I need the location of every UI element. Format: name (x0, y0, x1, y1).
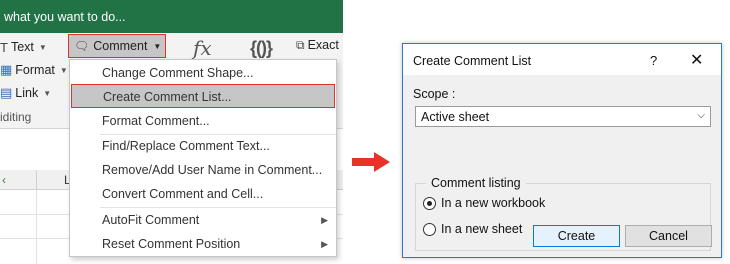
menu-item-change-comment-shape[interactable]: Change Comment Shape... (70, 61, 336, 85)
exact-button-label: Exact (307, 38, 339, 52)
function-icon[interactable]: fx (193, 36, 212, 60)
menu-item-convert-comment-and-cell[interactable]: Convert Comment and Cell... (70, 182, 336, 206)
radio-new-workbook-label: In a new workbook (441, 196, 546, 210)
formula-brace-icon[interactable]: {()} (250, 38, 273, 59)
comment-icon: 🗨 (74, 39, 90, 53)
tell-me-text: what you want to do... (4, 10, 126, 24)
cancel-button[interactable]: Cancel (625, 225, 712, 247)
menu-item-remove-add-user-name[interactable]: Remove/Add User Name in Comment... (70, 158, 336, 182)
format-button[interactable]: ▦ Format ▼ (0, 60, 68, 80)
menu-item-label: Convert Comment and Cell... (102, 187, 264, 201)
close-icon[interactable]: ✕ (690, 50, 703, 70)
menu-item-label: Format Comment... (102, 114, 210, 128)
grid-column-line (36, 190, 37, 264)
radio-new-sheet[interactable]: In a new sheet (423, 222, 522, 236)
menu-item-label: Change Comment Shape... (102, 66, 254, 80)
submenu-arrow-icon: ▶ (321, 239, 328, 249)
scope-label: Scope : (413, 87, 456, 101)
menu-item-label: Create Comment List... (103, 90, 232, 104)
chevron-down-icon: ▼ (43, 88, 52, 98)
comment-dropdown-button[interactable]: 🗨 Comment ▼ (68, 34, 166, 58)
submenu-arrow-icon: ▶ (321, 215, 328, 225)
chevron-down-icon: ⌵ (697, 110, 705, 121)
dialog-title-bar[interactable]: Create Comment List ? ✕ (403, 44, 721, 75)
red-arrow-icon (352, 152, 390, 172)
scroll-left-icon[interactable]: ‹ (2, 173, 6, 187)
excel-window: what you want to do... T Text ▼ ▦ Format… (0, 0, 343, 264)
menu-item-label: Reset Comment Position (102, 237, 241, 251)
link-icon: ▤ (0, 85, 13, 100)
chevron-down-icon: ▼ (59, 65, 68, 75)
format-button-label: Format (15, 63, 55, 77)
menu-item-find-replace-comment-text[interactable]: Find/Replace Comment Text... (70, 134, 336, 158)
create-button[interactable]: Create (533, 225, 620, 247)
copy-icon: ⧉ (296, 38, 305, 52)
exact-button[interactable]: ⧉ Exact (296, 38, 339, 53)
chevron-down-icon: ▼ (153, 41, 162, 51)
radio-new-workbook[interactable]: In a new workbook (423, 196, 545, 210)
comment-listing-label: Comment listing (426, 176, 526, 190)
menu-item-create-comment-list[interactable]: Create Comment List... (71, 84, 335, 108)
ribbon-group-label: iditing (0, 110, 32, 124)
scope-select[interactable]: Active sheet ⌵ (415, 106, 711, 127)
link-button-label: Link (15, 86, 39, 100)
text-button[interactable]: T Text ▼ (0, 37, 47, 57)
comment-button-label: Comment (93, 39, 148, 53)
radio-new-sheet-label: In a new sheet (441, 222, 523, 236)
create-comment-list-dialog: Create Comment List ? ✕ Scope : Active s… (402, 43, 722, 258)
menu-item-label: AutoFit Comment (102, 213, 200, 227)
scope-select-value: Active sheet (421, 110, 490, 124)
menu-item-reset-comment-position[interactable]: Reset Comment Position ▶ (70, 232, 336, 256)
menu-item-autofit-comment[interactable]: AutoFit Comment ▶ (70, 208, 336, 232)
help-icon[interactable]: ? (650, 53, 657, 68)
comment-dropdown-menu: Change Comment Shape... Create Comment L… (69, 59, 337, 257)
format-table-icon: ▦ (0, 62, 13, 77)
text-button-label: Text (10, 40, 34, 54)
column-separator (36, 170, 37, 190)
menu-item-label: Find/Replace Comment Text... (102, 139, 270, 153)
text-icon: T (0, 39, 8, 55)
radio-button-unchecked[interactable] (423, 222, 436, 236)
dialog-title: Create Comment List (413, 54, 532, 68)
menu-item-label: Remove/Add User Name in Comment... (102, 163, 323, 177)
radio-button-checked[interactable] (423, 196, 436, 210)
menu-item-format-comment[interactable]: Format Comment... (70, 109, 336, 133)
chevron-down-icon: ▼ (38, 42, 47, 52)
link-button[interactable]: ▤ Link ▼ (0, 83, 51, 103)
tell-me-bar[interactable]: what you want to do... (0, 0, 343, 33)
